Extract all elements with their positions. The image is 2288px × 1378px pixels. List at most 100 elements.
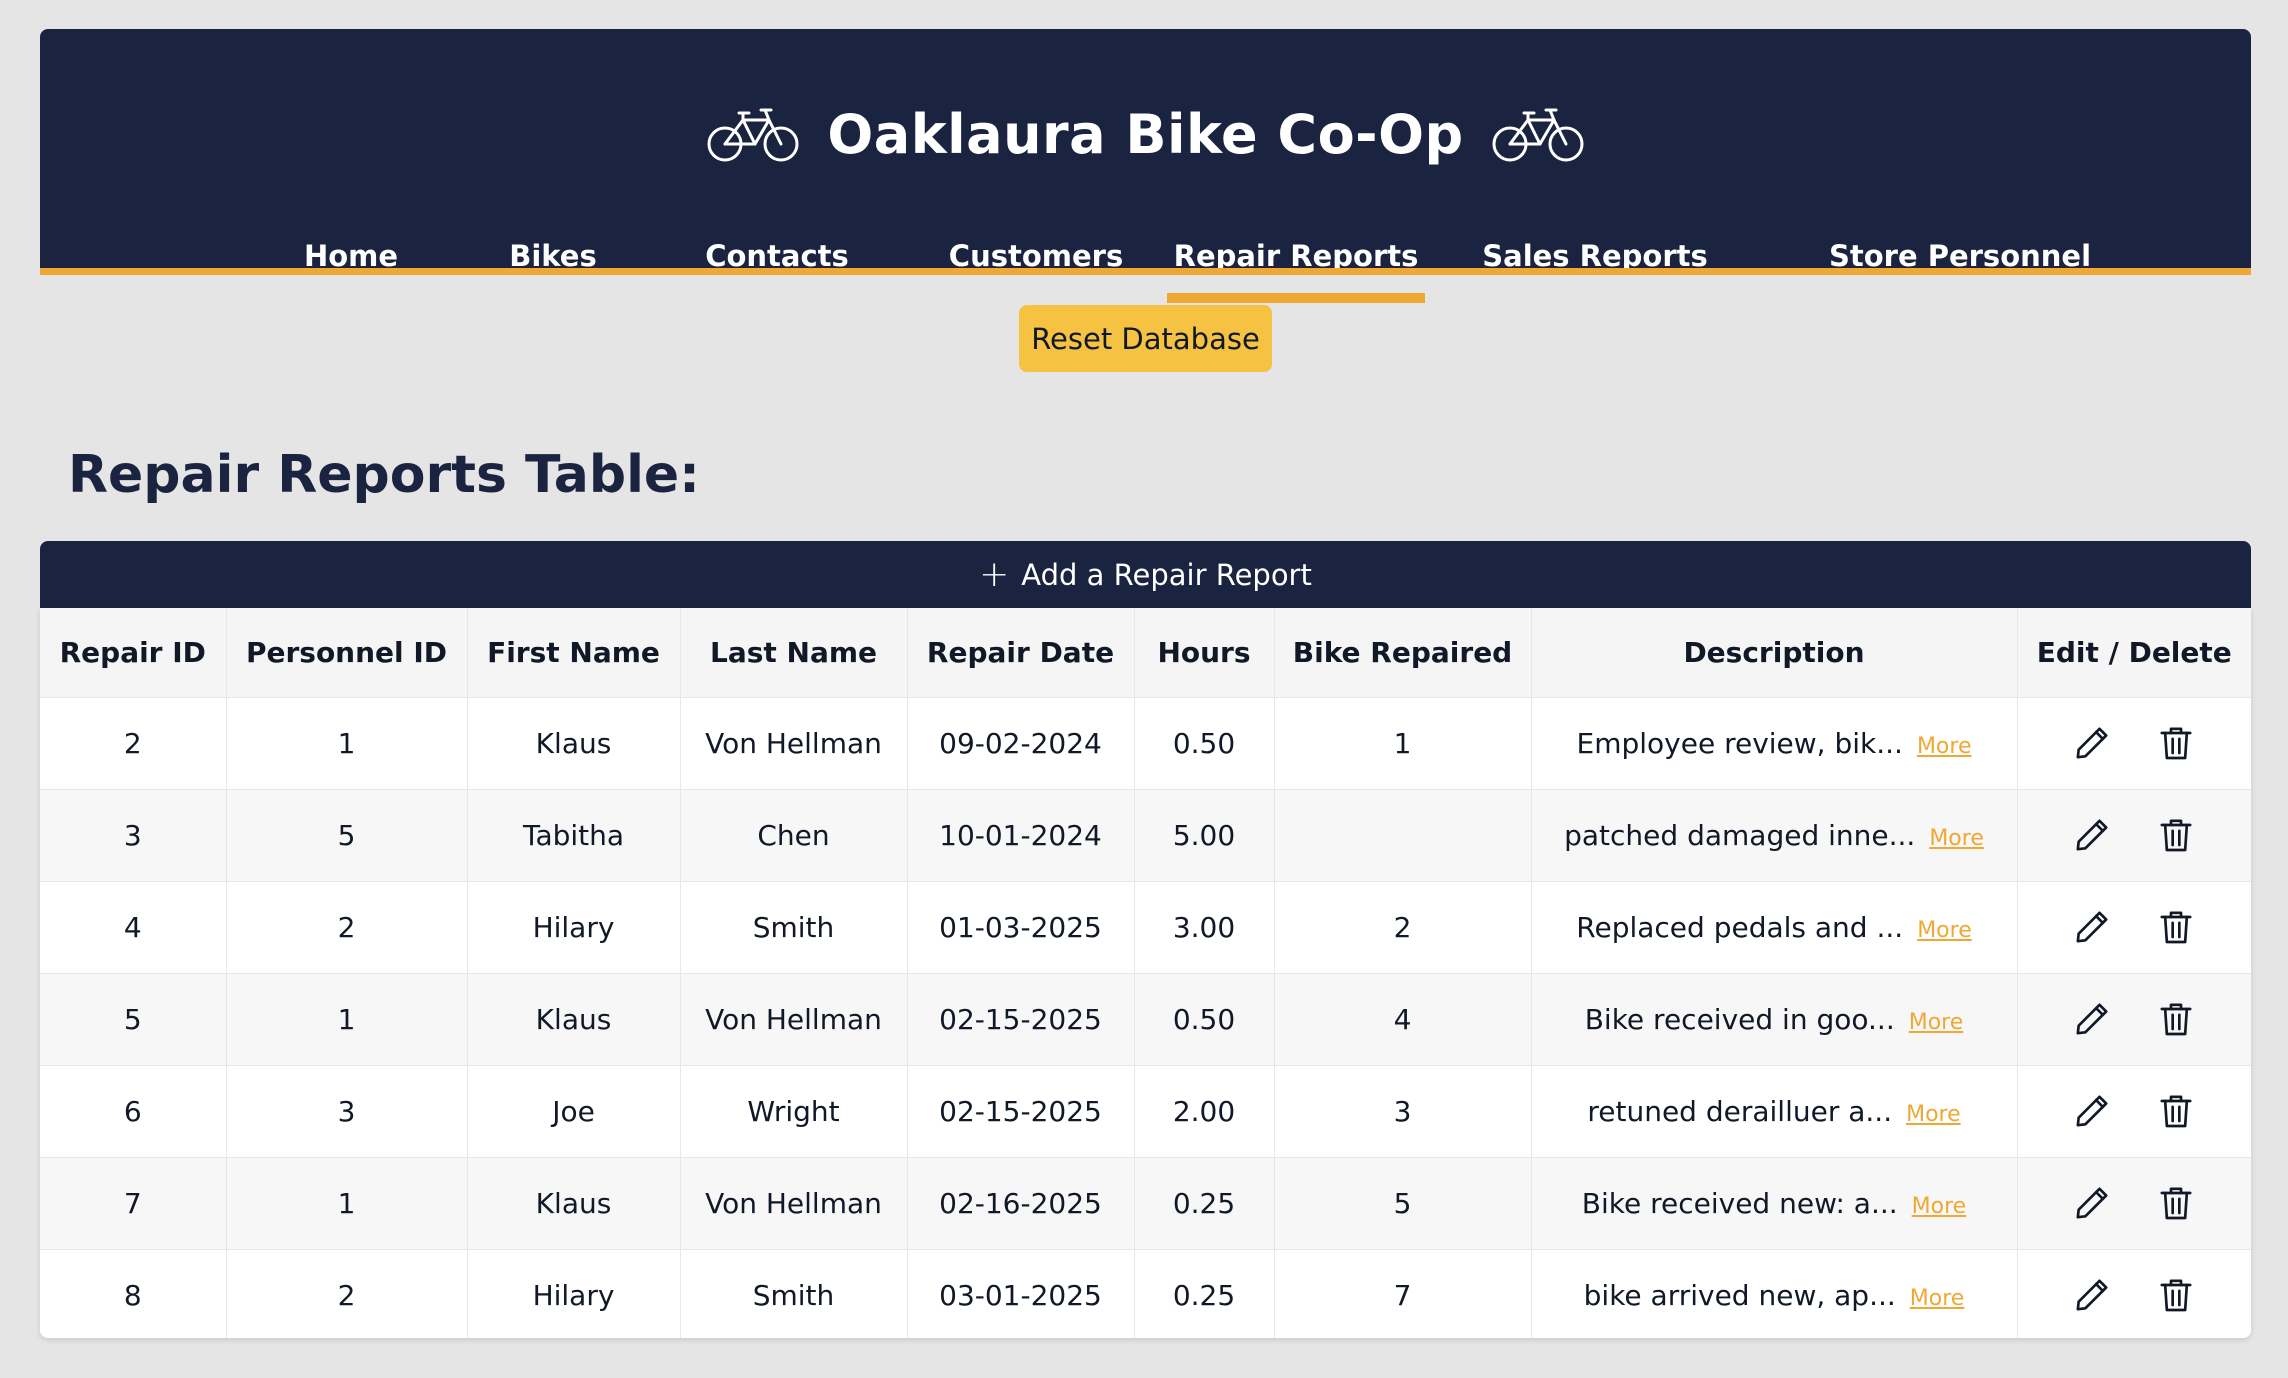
delete-trash-icon[interactable] — [2155, 722, 2197, 764]
delete-trash-icon[interactable] — [2155, 1182, 2197, 1224]
cell-description: patched damaged inne... More — [1531, 789, 2018, 882]
row-actions — [2018, 1090, 2252, 1132]
edit-pencil-icon[interactable] — [2071, 722, 2113, 764]
edit-pencil-icon[interactable] — [2071, 814, 2113, 856]
cell-last-name: Smith — [680, 881, 908, 974]
cell-personnel-id: 1 — [226, 1157, 468, 1250]
table-body: 2 1 Klaus Von Hellman 09-02-2024 0.50 1 Employe… — [40, 697, 2251, 1338]
nav-item-repair-reports[interactable]: Repair Reports — [1167, 215, 1425, 303]
table-header-row: Repair ID Personnel ID First Name Last N… — [40, 608, 2251, 698]
description-text: bike arrived new, ap... — [1583, 1278, 1896, 1312]
description-text: Bike received in goo... — [1584, 1002, 1895, 1036]
cell-actions — [2017, 1249, 2251, 1338]
column-header: Repair Date — [907, 608, 1135, 698]
description-text: Employee review, bik... — [1576, 726, 1903, 760]
table-row: 3 5 Tabitha Chen 10-01-2024 5.00 patched damag… — [40, 789, 2251, 882]
cell-personnel-id: 1 — [226, 973, 468, 1066]
delete-trash-icon[interactable] — [2155, 998, 2197, 1040]
cell-repair-id: 2 — [40, 697, 227, 790]
column-header: Hours — [1134, 608, 1275, 698]
cell-hours: 0.50 — [1134, 973, 1275, 1066]
cell-description: Replaced pedals and ... More — [1531, 881, 2018, 974]
cell-description: retuned derailluer a... More — [1531, 1065, 2018, 1158]
cell-description: Bike received in goo... More — [1531, 973, 2018, 1066]
cell-bike: 1 — [1274, 697, 1532, 790]
nav-item-sales-reports[interactable]: Sales Reports — [1460, 215, 1730, 297]
cell-repair-date: 02-16-2025 — [907, 1157, 1135, 1250]
cell-repair-id: 6 — [40, 1065, 227, 1158]
edit-pencil-icon[interactable] — [2071, 1182, 2113, 1224]
row-actions — [2018, 722, 2252, 764]
delete-trash-icon[interactable] — [2155, 814, 2197, 856]
nav-item-customers[interactable]: Customers — [916, 215, 1156, 297]
cell-bike — [1274, 789, 1532, 882]
table-row: 5 1 Klaus Von Hellman 02-15-2025 0.50 4 Bike re… — [40, 973, 2252, 1066]
edit-pencil-icon[interactable] — [2071, 906, 2113, 948]
row-actions — [2018, 906, 2252, 948]
nav-item-bikes[interactable]: Bikes — [460, 215, 646, 297]
column-header: Personnel ID — [226, 608, 468, 698]
cell-actions — [2017, 789, 2251, 882]
cell-first-name: Klaus — [467, 697, 681, 790]
edit-pencil-icon[interactable] — [2071, 998, 2113, 1040]
nav-item-store-personnel[interactable]: Store Personnel — [1812, 215, 2108, 297]
delete-trash-icon[interactable] — [2155, 1274, 2197, 1316]
cell-first-name: Tabitha — [467, 789, 681, 882]
cell-actions — [2017, 1065, 2252, 1158]
column-header: First Name — [467, 608, 681, 698]
cell-hours: 0.25 — [1134, 1249, 1275, 1338]
cell-repair-date: 02-15-2025 — [907, 973, 1135, 1066]
cell-actions — [2017, 973, 2252, 1066]
cell-bike: 7 — [1274, 1249, 1532, 1338]
delete-trash-icon[interactable] — [2155, 906, 2197, 948]
cell-last-name: Von Hellman — [680, 697, 908, 790]
cell-repair-id: 4 — [40, 881, 227, 974]
table-row: 8 2 Hilary Smith 03-01-2025 0.25 7 bike arrived… — [40, 1249, 2251, 1338]
cell-last-name: Smith — [680, 1249, 908, 1338]
cell-repair-id: 7 — [40, 1157, 227, 1250]
plus-icon: + — [979, 553, 1010, 595]
column-header: Edit / Delete — [2017, 608, 2251, 698]
cell-actions — [2017, 881, 2252, 974]
description-text: Replaced pedals and ... — [1576, 910, 1904, 944]
table-row: 7 1 Klaus Von Hellman 02-16-2025 0.25 5 Bike re… — [40, 1157, 2251, 1250]
reset-database-button[interactable]: Reset Database — [1019, 305, 1272, 372]
description-text: Bike received new: a... — [1581, 1186, 1898, 1220]
cell-first-name: Joe — [467, 1065, 681, 1158]
bicycle-icon — [705, 104, 801, 164]
cell-first-name: Hilary — [467, 1249, 681, 1338]
nav-item-contacts[interactable]: Contacts — [660, 215, 894, 297]
more-link[interactable]: More — [1910, 1286, 1965, 1311]
cell-repair-date: 03-01-2025 — [907, 1249, 1135, 1338]
cell-repair-date: 02-15-2025 — [907, 1065, 1135, 1158]
page-title: Repair Reports Table: — [68, 445, 700, 505]
cell-personnel-id: 1 — [226, 697, 468, 790]
cell-repair-date: 10-01-2024 — [907, 789, 1135, 882]
more-link[interactable]: More — [1917, 734, 1972, 759]
cell-hours: 5.00 — [1134, 789, 1275, 882]
row-actions — [2018, 1274, 2252, 1316]
cell-personnel-id: 5 — [226, 789, 468, 882]
edit-pencil-icon[interactable] — [2071, 1274, 2113, 1316]
cell-last-name: Von Hellman — [680, 1157, 908, 1250]
delete-trash-icon[interactable] — [2155, 1090, 2197, 1132]
more-link[interactable]: More — [1909, 1010, 1964, 1035]
more-link[interactable]: More — [1912, 1194, 1967, 1219]
cell-repair-id: 5 — [40, 973, 227, 1066]
cell-personnel-id: 2 — [226, 1249, 468, 1338]
cell-hours: 0.50 — [1134, 697, 1275, 790]
more-link[interactable]: More — [1906, 1102, 1961, 1127]
more-link[interactable]: More — [1917, 918, 1972, 943]
cell-hours: 0.25 — [1134, 1157, 1275, 1250]
brand: Oaklaura Bike Co-Op — [40, 91, 2251, 177]
nav-item-home[interactable]: Home — [258, 215, 444, 297]
table-row: 2 1 Klaus Von Hellman 09-02-2024 0.50 1 Employe… — [40, 697, 2252, 790]
cell-first-name: Klaus — [467, 1157, 681, 1250]
add-repair-report-button[interactable]: + Add a Repair Report — [40, 541, 2251, 608]
more-link[interactable]: More — [1929, 826, 1984, 851]
cell-actions — [2017, 1157, 2251, 1250]
edit-pencil-icon[interactable] — [2071, 1090, 2113, 1132]
cell-hours: 3.00 — [1134, 881, 1275, 974]
cell-last-name: Von Hellman — [680, 973, 908, 1066]
row-actions — [2018, 998, 2252, 1040]
